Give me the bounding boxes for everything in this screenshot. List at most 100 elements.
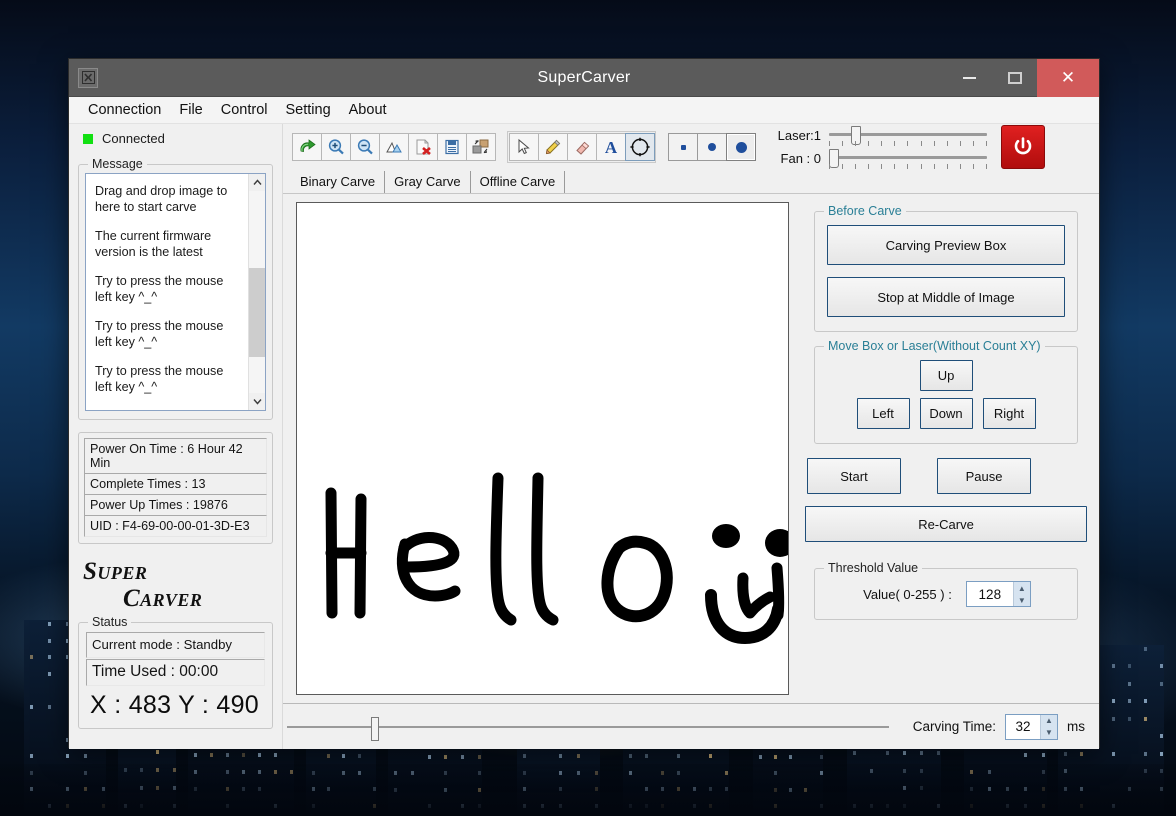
menu-item-setting[interactable]: Setting	[276, 100, 339, 120]
threshold-spinner-arrows[interactable]: ▲ ▼	[1013, 582, 1030, 606]
connection-status-label: Connected	[102, 131, 165, 146]
window-title: SuperCarver	[69, 69, 1099, 87]
pointer-icon[interactable]	[509, 133, 539, 161]
minimize-button[interactable]	[947, 59, 992, 97]
tab-binary-carve[interactable]: Binary Carve	[291, 171, 385, 193]
move-pad-row-bottom: Left Down Right	[857, 398, 1036, 429]
laser-row: Laser:1	[769, 126, 987, 146]
power-icon	[1010, 134, 1036, 160]
zoom-in-icon[interactable]	[321, 133, 351, 161]
message-scrollbar[interactable]	[248, 174, 265, 410]
canvas-wrapper	[283, 202, 789, 703]
threshold-value-label: Value( 0-255 ) :	[863, 587, 952, 602]
brush-small-icon[interactable]	[668, 133, 698, 161]
title-bar: SuperCarver ✕	[69, 59, 1099, 97]
save-icon[interactable]	[437, 133, 467, 161]
carving-time-spinner-arrows[interactable]: ▲ ▼	[1040, 715, 1057, 739]
draw-tool-group: A	[507, 131, 656, 163]
brand-line-super: Super	[75, 558, 276, 585]
threshold-spinner[interactable]: 128 ▲ ▼	[966, 581, 1031, 607]
spinner-down-icon[interactable]: ▼	[1041, 727, 1057, 739]
maximize-button[interactable]	[992, 59, 1037, 97]
action-buttons: Start Pause	[807, 458, 1087, 494]
brush-size-group	[668, 133, 755, 161]
close-icon: ✕	[1061, 68, 1075, 88]
move-box-group: Move Box or Laser(Without Count XY) Up L…	[814, 346, 1078, 444]
xy-coordinates-readout: X : 483 Y : 490	[86, 686, 265, 720]
time-used-field: Time Used : 00:00	[86, 659, 265, 686]
tab-gray-carve[interactable]: Gray Carve	[385, 171, 470, 193]
menu-item-connection[interactable]: Connection	[79, 100, 170, 120]
fit-image-icon[interactable]	[379, 133, 409, 161]
start-button[interactable]: Start	[807, 458, 901, 494]
laser-label: Laser:1	[769, 128, 821, 143]
text-icon[interactable]: A	[596, 133, 626, 161]
laser-slider[interactable]	[829, 126, 987, 146]
fan-slider-track	[829, 156, 987, 159]
carving-time-slider[interactable]	[287, 714, 903, 740]
carving-preview-box-button[interactable]: Carving Preview Box	[827, 225, 1065, 265]
scrollbar-thumb[interactable]	[249, 268, 265, 357]
brush-medium-icon[interactable]	[697, 133, 727, 161]
threshold-legend: Threshold Value	[824, 561, 922, 575]
toolbar: A Laser:1 Fan: 0	[283, 124, 1099, 170]
laser-slider-ticks	[829, 141, 987, 147]
message-list: Drag and drop image to here to start car…	[86, 174, 248, 410]
message-line: Try to press the mouse left key ^_^	[95, 274, 240, 305]
fan-row: Fan : 0	[769, 149, 987, 169]
zoom-out-icon[interactable]	[350, 133, 380, 161]
crosshair-icon[interactable]	[625, 133, 655, 161]
carving-time-slider-thumb[interactable]	[371, 717, 379, 741]
recarve-button[interactable]: Re-Carve	[805, 506, 1087, 542]
connection-status: Connected	[69, 124, 282, 150]
menu-item-control[interactable]: Control	[212, 100, 277, 120]
supercarver-window: SuperCarver ✕ Connection File Control Se…	[68, 58, 1100, 748]
message-line: Try to press the mouse left key ^_^	[95, 319, 240, 350]
menu-item-file[interactable]: File	[170, 100, 211, 120]
tab-offline-carve[interactable]: Offline Carve	[471, 171, 566, 193]
stat-power-on-time: Power On Time : 6 Hour 42 Min	[84, 438, 267, 474]
delete-file-icon[interactable]	[408, 133, 438, 161]
carving-time-value[interactable]: 32	[1006, 715, 1040, 739]
app-logo-icon	[78, 68, 98, 88]
wallpaper-bottom-shade	[0, 764, 1176, 816]
right-side: A Laser:1 Fan: 0 Binary Carve Gray Carv…	[283, 124, 1099, 749]
fan-slider[interactable]	[829, 149, 987, 169]
move-right-button[interactable]: Right	[983, 398, 1036, 429]
control-panel: Before Carve Carving Preview Box Stop at…	[789, 202, 1099, 703]
power-button[interactable]	[1001, 125, 1045, 169]
move-down-button[interactable]: Down	[920, 398, 973, 429]
spinner-up-icon[interactable]: ▲	[1041, 715, 1057, 727]
undo-icon[interactable]	[292, 133, 322, 161]
scroll-up-icon[interactable]	[249, 174, 265, 191]
scrollbar-track[interactable]	[249, 191, 265, 393]
message-line: Try to press the mouse left key ^_^	[95, 364, 240, 395]
carving-time-control: Carving Time: 32 ▲ ▼ ms	[913, 714, 1085, 740]
window-buttons: ✕	[947, 59, 1099, 97]
carving-time-unit: ms	[1067, 719, 1085, 734]
stop-at-middle-button[interactable]: Stop at Middle of Image	[827, 277, 1065, 317]
eraser-icon[interactable]	[567, 133, 597, 161]
move-up-button[interactable]: Up	[920, 360, 973, 391]
threshold-group: Threshold Value Value( 0-255 ) : 128 ▲ ▼	[814, 568, 1078, 620]
close-button[interactable]: ✕	[1037, 59, 1099, 97]
move-pad-row-top: Up	[920, 360, 973, 391]
carving-canvas[interactable]	[296, 202, 789, 695]
swap-layers-icon[interactable]	[466, 133, 496, 161]
threshold-row: Value( 0-255 ) : 128 ▲ ▼	[827, 581, 1067, 607]
move-box-legend: Move Box or Laser(Without Count XY)	[824, 339, 1045, 353]
brush-large-icon[interactable]	[726, 133, 756, 161]
menu-item-about[interactable]: About	[340, 100, 396, 120]
threshold-value[interactable]: 128	[967, 582, 1013, 606]
scroll-down-icon[interactable]	[249, 393, 265, 410]
spinner-up-icon[interactable]: ▲	[1014, 582, 1030, 594]
tab-strip: Binary Carve Gray Carve Offline Carve	[283, 170, 1099, 194]
move-left-button[interactable]: Left	[857, 398, 910, 429]
fan-label: Fan : 0	[769, 151, 821, 166]
spinner-down-icon[interactable]: ▼	[1014, 594, 1030, 606]
message-box[interactable]: Drag and drop image to here to start car…	[85, 173, 266, 411]
pencil-icon[interactable]	[538, 133, 568, 161]
pause-button[interactable]: Pause	[937, 458, 1031, 494]
carving-time-spinner[interactable]: 32 ▲ ▼	[1005, 714, 1058, 740]
bottom-bar: Carving Time: 32 ▲ ▼ ms	[283, 703, 1099, 749]
